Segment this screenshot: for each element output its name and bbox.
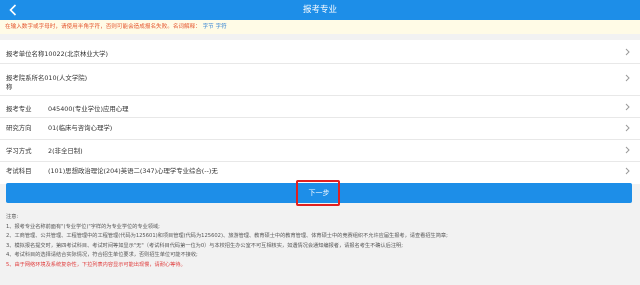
subjects-label: 考试科目	[6, 167, 32, 175]
dept-line2: 称	[6, 83, 13, 91]
notice-link[interactable]: 字节 字符	[203, 24, 227, 30]
major-form: 报考单位名称10022(北京林业大学) 报考院系所名010(人文学院) 称 报考…	[0, 40, 640, 184]
major-value: 045400(专业学位)应用心理	[48, 105, 129, 113]
note-item: 5、由于网络环境及系统复杂性，下拉列表内容显示可能出现慢，请耐心等待。	[6, 261, 186, 268]
row-dept[interactable]: 报考院系所名010(人文学院) 称	[0, 64, 640, 96]
note-item: 2、工商管理、公共管理、工程管理中的工程管理(代码为125601)和项目管理(代…	[6, 233, 448, 240]
dept-line1: 报考院系所名010(人文学院)	[6, 74, 88, 82]
row-mode[interactable]: 学习方式 2(非全日制)	[0, 140, 640, 162]
chevron-right-icon	[625, 167, 630, 175]
chevron-right-icon	[625, 124, 630, 132]
row-major[interactable]: 报考专业 045400(专业学位)应用心理	[0, 96, 640, 118]
mode-value: 2(非全日制)	[48, 147, 83, 155]
row-unit[interactable]: 报考单位名称10022(北京林业大学)	[0, 40, 640, 64]
input-notice: 在输入数字或字母时，请使用半角字符，否则可能会造成报名失败。名词解释： 字节 字…	[0, 20, 640, 34]
note-item: 3、模拟报名提交时，第四考试科目、考试时间等如显示"无"（考试科目代码第一位为0…	[6, 242, 403, 249]
direction-value: 01(临床与咨询心理学)	[48, 124, 113, 132]
mode-label: 学习方式	[6, 147, 32, 155]
chevron-right-icon	[625, 103, 630, 111]
unit-text: 报考单位名称10022(北京林业大学)	[6, 50, 109, 58]
page-title: 报考专业	[302, 5, 337, 15]
note-item: 1、报考专业名称前面有"(专业学位)"字样的为专业学位的专业领域;	[6, 223, 160, 230]
highlight-box	[296, 180, 340, 206]
notice-text: 在输入数字或字母时，请使用半角字符，否则可能会造成报名失败。名词解释：	[5, 24, 201, 30]
chevron-right-icon	[625, 74, 630, 82]
direction-label: 研究方向	[6, 124, 32, 132]
major-label: 报考专业	[6, 105, 32, 113]
notes-title: 注意:	[6, 214, 19, 220]
notes-section: 注意: 1、报考专业名称前面有"(专业学位)"字样的为专业学位的专业领域; 2、…	[6, 213, 448, 271]
subjects-value: (101)思想政治理论(204)英语二(347)心理学专业综合(--)无	[48, 167, 218, 175]
top-bar: 报考专业	[0, 0, 640, 20]
chevron-right-icon	[625, 48, 630, 56]
chevron-right-icon	[625, 146, 630, 154]
note-item: 4、考试科目的选择请结合实际情况，符合招生单位要求，否则招生单位可能不接收;	[6, 252, 198, 259]
row-direction[interactable]: 研究方向 01(临床与咨询心理学)	[0, 118, 640, 140]
